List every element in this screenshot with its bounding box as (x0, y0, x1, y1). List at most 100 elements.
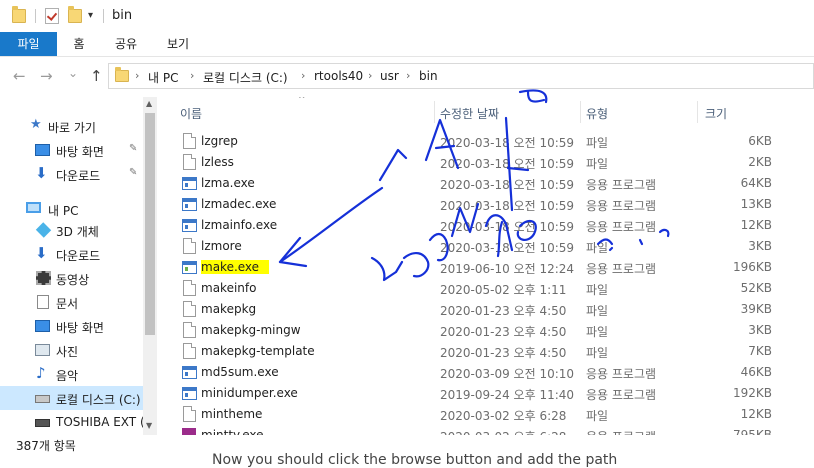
column-divider[interactable] (434, 101, 435, 123)
sidebar-item-documents[interactable]: 문서 (0, 290, 143, 314)
file-row[interactable]: minidumper.exe 2019-09-24 오후 11:40 응용 프로그램… (177, 383, 814, 404)
sidebar-item-music[interactable]: ♪ 음악 (0, 362, 143, 386)
scroll-up-icon[interactable]: ▲ (146, 99, 152, 108)
file-row[interactable]: md5sum.exe 2020-03-09 오전 10:10 응용 프로그램 46KB (177, 362, 814, 383)
chevron-right-icon[interactable]: › (368, 69, 372, 82)
file-name: mintheme (201, 407, 263, 421)
pin-icon[interactable]: ✎ (129, 167, 137, 178)
usb-drive-icon (35, 419, 50, 427)
file-list: ^ 이름 수정한 날짜 유형 크기 lzgrep 2020-03-18 오전 10… (157, 97, 814, 435)
sidebar-item-desktop[interactable]: 바탕 화면 (0, 314, 143, 338)
tab-file[interactable]: 파일 (0, 32, 57, 56)
file-type: 파일 (586, 409, 609, 423)
file-row[interactable]: mintheme 2020-03-02 오후 6:28 파일 12KB (177, 404, 814, 425)
star-icon: ★ (30, 117, 42, 132)
sidebar-item-videos[interactable]: 동영상 (0, 266, 143, 290)
file-icon (183, 322, 196, 338)
file-row[interactable]: lzmainfo.exe 2020-03-18 오전 10:59 응용 프로그램 12… (177, 215, 814, 236)
chevron-right-icon[interactable]: › (301, 69, 305, 82)
sidebar-scrollbar-thumb[interactable] (145, 113, 155, 335)
breadcrumb-usr[interactable]: usr (380, 69, 399, 83)
breadcrumb-rtools40[interactable]: rtools40 (314, 69, 363, 83)
sidebar-item-quick-access[interactable]: ★ 바로 가기 (0, 114, 143, 138)
exe-icon (182, 387, 197, 400)
forward-arrow-icon[interactable]: → (40, 68, 53, 84)
file-row[interactable]: makepkg-template 2020-01-23 오후 4:50 파일 7KB (177, 341, 814, 362)
chevron-right-icon[interactable]: › (406, 69, 410, 82)
scroll-down-icon[interactable]: ▼ (146, 421, 152, 430)
file-name: makeinfo (201, 281, 257, 295)
file-row[interactable]: make.exe 2019-06-10 오전 12:24 응용 프로그램 196KB (177, 257, 814, 278)
sidebar-item-label: 동영상 (56, 273, 90, 287)
file-row[interactable]: mintty.exe 2020-03-02 오후 6:28 응용 프로그램 795KB (177, 425, 814, 435)
properties-icon[interactable] (45, 8, 59, 24)
sidebar-item-local-disk[interactable]: 로컬 디스크 (C:) (0, 386, 143, 410)
sidebar-item-toshiba-ext[interactable]: TOSHIBA EXT (E (0, 410, 152, 434)
window-title: bin (112, 8, 133, 23)
file-name: lzmore (201, 239, 242, 253)
file-row[interactable]: lzless 2020-03-18 오전 10:59 파일 2KB (177, 152, 814, 173)
file-size: 12KB (740, 218, 772, 232)
exe-icon (182, 198, 197, 211)
breadcrumb-bin[interactable]: bin (419, 69, 438, 83)
pin-icon[interactable]: ✎ (129, 143, 137, 154)
new-folder-icon[interactable] (68, 6, 82, 23)
recent-locations-icon[interactable]: ⌄ (68, 65, 78, 81)
file-name: lzmainfo.exe (201, 218, 278, 232)
column-header-size[interactable]: 크기 (705, 105, 727, 122)
file-size: 7KB (748, 344, 772, 358)
file-size: 3KB (748, 239, 772, 253)
file-row[interactable]: lzgrep 2020-03-18 오전 10:59 파일 6KB (177, 131, 814, 152)
file-row[interactable]: makepkg 2020-01-23 오후 4:50 파일 39KB (177, 299, 814, 320)
column-header-date[interactable]: 수정한 날짜 (440, 105, 499, 122)
sidebar-item-label: 내 PC (48, 204, 79, 218)
sidebar-item-label: 3D 개체 (56, 225, 99, 239)
mintty-icon (182, 428, 196, 435)
file-row[interactable]: lzma.exe 2020-03-18 오전 10:59 응용 프로그램 64KB (177, 173, 814, 194)
exe-icon (182, 219, 197, 232)
breadcrumb-local-disk[interactable]: 로컬 디스크 (C:) (203, 69, 288, 86)
file-row[interactable]: makeinfo 2020-05-02 오후 1:11 파일 52KB (177, 278, 814, 299)
title-bar: ▾ bin (0, 0, 814, 32)
file-row[interactable]: lzmadec.exe 2020-03-18 오전 10:59 응용 프로그램 13K… (177, 194, 814, 215)
quick-access-dropdown-icon[interactable]: ▾ (88, 10, 93, 21)
sidebar-item-label: 사진 (56, 345, 79, 359)
sidebar-item-3d-objects[interactable]: 3D 개체 (0, 218, 143, 242)
column-divider[interactable] (580, 101, 581, 123)
chevron-right-icon[interactable]: › (135, 69, 139, 82)
file-date: 2020-03-02 오후 6:28 (440, 428, 566, 435)
sidebar-item-pictures[interactable]: 사진 (0, 338, 143, 362)
chevron-right-icon[interactable]: › (190, 69, 194, 82)
column-header-name[interactable]: 이름 (180, 105, 202, 122)
column-header-type[interactable]: 유형 (586, 105, 608, 122)
file-name: lzmadec.exe (201, 197, 277, 211)
column-divider[interactable] (697, 101, 698, 123)
breadcrumb-this-pc[interactable]: 내 PC (148, 69, 178, 86)
tab-home[interactable]: 홈 (66, 32, 92, 56)
download-icon: ⬇ (35, 244, 48, 262)
tab-view[interactable]: 보기 (163, 32, 193, 56)
sidebar-item-desktop-pinned[interactable]: 바탕 화면 ✎ (0, 138, 143, 162)
file-size: 3KB (748, 323, 772, 337)
up-arrow-icon[interactable]: ↑ (90, 68, 103, 84)
document-icon (37, 295, 49, 309)
file-row[interactable]: lzmore 2020-03-18 오전 10:59 파일 3KB (177, 236, 814, 257)
file-size: 196KB (732, 260, 772, 274)
file-type: 응용 프로그램 (586, 220, 657, 234)
file-date: 2020-03-18 오전 10:59 (440, 136, 575, 150)
picture-icon (35, 344, 50, 356)
sidebar-item-downloads[interactable]: ⬇ 다운로드 (0, 242, 143, 266)
file-explorer-window: ▾ bin 파일 홈 공유 보기 ← → ⌄ ↑ › 내 PC › 로컬 디스크… (0, 0, 814, 468)
file-name: make.exe (201, 260, 270, 274)
sidebar-item-label: 문서 (56, 297, 79, 311)
file-date: 2020-03-18 오전 10:59 (440, 178, 575, 192)
file-type: 파일 (586, 304, 609, 318)
sidebar-item-label: 로컬 디스크 (C:) (56, 393, 141, 407)
sidebar-item-downloads-pinned[interactable]: ⬇ 다운로드 ✎ (0, 162, 143, 186)
file-name: lzless (201, 155, 234, 169)
file-row[interactable]: makepkg-mingw 2020-01-23 오후 4:50 파일 3KB (177, 320, 814, 341)
back-arrow-icon[interactable]: ← (13, 68, 26, 84)
tab-share[interactable]: 공유 (111, 32, 141, 56)
file-icon (183, 238, 196, 254)
address-bar[interactable]: › 내 PC › 로컬 디스크 (C:) › rtools40 › usr › … (108, 63, 814, 89)
